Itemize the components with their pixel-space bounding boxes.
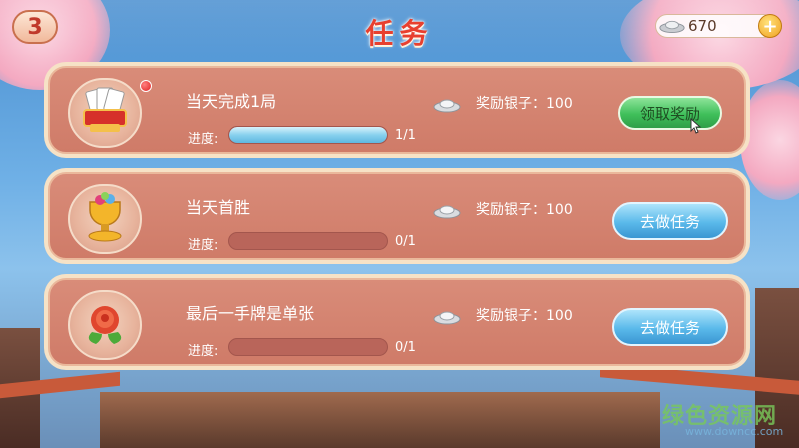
reward-text: 奖励银子：100 (476, 308, 573, 324)
reward-text: 奖励银子：100 (476, 96, 573, 112)
progress-label: 进度: (188, 344, 219, 359)
task-name: 当天完成1局 (186, 92, 277, 111)
top-bar: 3 任务 670 + (0, 0, 799, 58)
task-card: 当天首胜 进度: 0/1 奖励银子：100 去做任务 (44, 168, 750, 264)
go-task-button[interactable]: 去做任务 (612, 202, 728, 240)
progress-fill (229, 127, 387, 143)
silver-balance-value: 670 (688, 17, 717, 35)
task-icon-frame (68, 290, 142, 360)
silver-ingot-icon (659, 20, 685, 33)
task-name: 当天首胜 (186, 198, 251, 217)
progress-label: 进度: (188, 238, 219, 253)
building-decor (100, 392, 660, 448)
playing-cards-icon (83, 87, 127, 132)
progress-count: 1/1 (395, 128, 416, 143)
reward-text: 奖励银子：100 (476, 202, 573, 218)
task-icon-frame (68, 184, 142, 254)
rose-icon (88, 306, 122, 344)
silver-ingot-icon (433, 311, 461, 325)
silver-balance: 670 (655, 14, 775, 38)
progress-label: 进度: (188, 132, 219, 147)
trophy-icon (88, 192, 122, 242)
task-icon-frame (68, 78, 142, 148)
mouse-cursor-icon (690, 118, 702, 134)
progress-count: 0/1 (395, 340, 416, 355)
task-card: 最后一手牌是单张 进度: 0/1 奖励银子：100 去做任务 (44, 274, 750, 370)
progress-bar (228, 232, 388, 250)
add-silver-button[interactable]: + (758, 14, 782, 38)
silver-ingot-icon (433, 205, 461, 219)
progress-bar (228, 338, 388, 356)
plus-icon: + (762, 15, 778, 37)
claim-reward-button[interactable]: 领取奖励 (618, 96, 722, 130)
task-card: 当天完成1局 进度: 1/1 奖励银子：100 领取奖励 (44, 62, 750, 158)
notification-dot (140, 80, 152, 92)
progress-bar (228, 126, 388, 144)
watermark-url: www.downcc.com (685, 425, 784, 438)
go-task-button[interactable]: 去做任务 (612, 308, 728, 346)
progress-count: 0/1 (395, 234, 416, 249)
silver-ingot-icon (433, 99, 461, 113)
task-name: 最后一手牌是单张 (186, 304, 315, 323)
